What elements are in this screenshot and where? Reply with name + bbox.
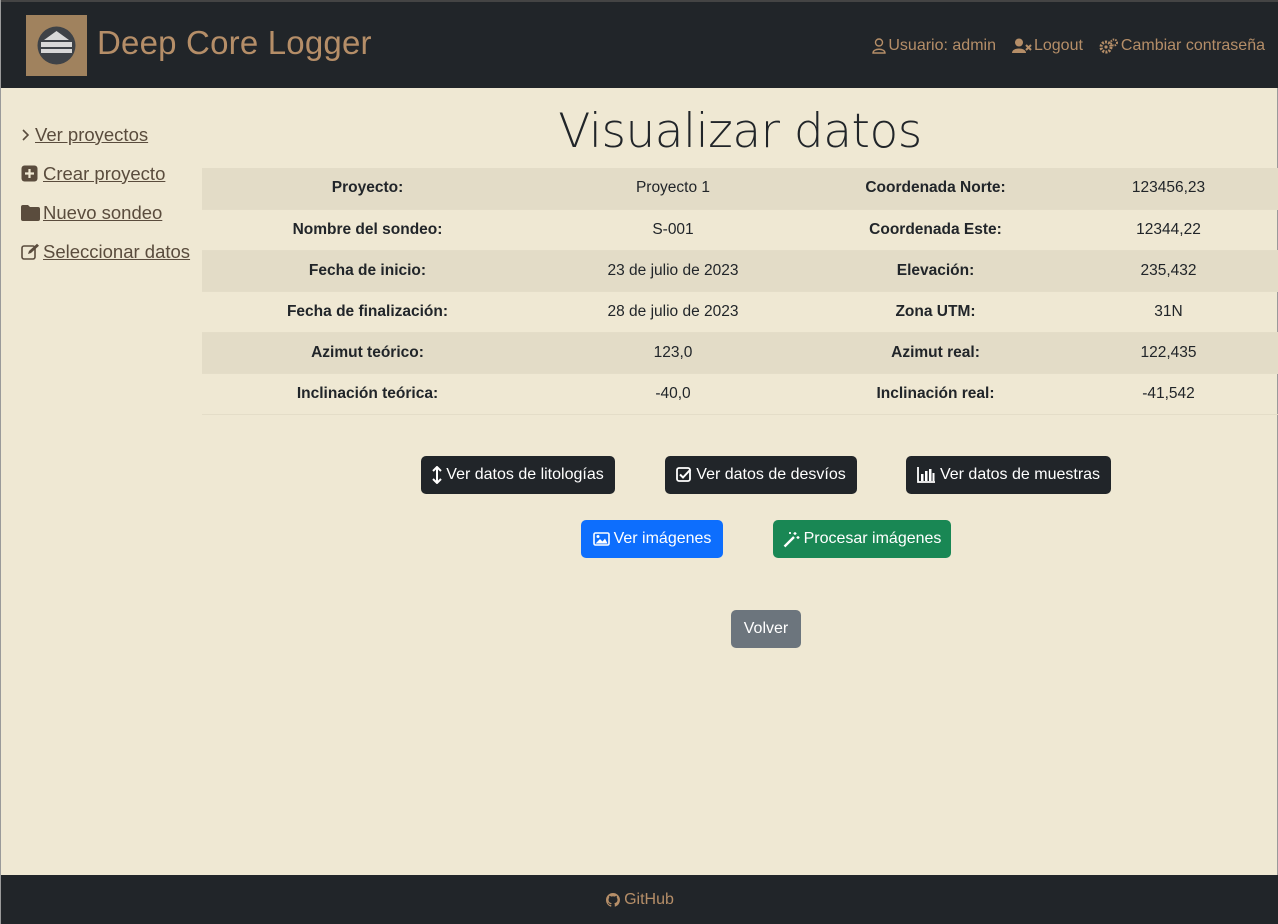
table-label: Inclinación teórica: (202, 373, 533, 415)
button-label: Ver datos de muestras (939, 466, 1101, 483)
sidebar-item-label: Crear proyecto (43, 162, 166, 184)
github-link[interactable]: GitHub (606, 891, 674, 909)
button-label: Ver imágenes (613, 530, 712, 547)
change-password-link[interactable]: Cambiar contraseña (1099, 37, 1265, 55)
sidebar-item-label: Nuevo sondeo (43, 201, 163, 223)
table-label: Inclinación real: (813, 373, 1058, 415)
table-row: Proyecto: Proyecto 1 Coordenada Norte: 1… (202, 168, 1278, 210)
sidebar: Ver proyectos Crear proyecto Nuevo sonde… (21, 115, 201, 271)
table-value: 28 de julio de 2023 (533, 291, 813, 333)
button-label: Ver datos de desvíos (696, 466, 846, 483)
table-row: Nombre del sondeo: S-001 Coordenada Este… (202, 209, 1278, 251)
button-label: Volver (743, 620, 789, 637)
logout-label: Logout (1033, 37, 1083, 54)
table-value: -40,0 (533, 373, 813, 415)
sidebar-item-ver-proyectos[interactable]: Ver proyectos (21, 115, 201, 154)
lithology-data-button[interactable]: Ver datos de litologías (421, 456, 615, 494)
logout-link[interactable]: Logout (1011, 37, 1083, 55)
table-value: 123,0 (533, 332, 813, 374)
table-label: Fecha de inicio: (202, 250, 533, 292)
table-row: Fecha de inicio: 23 de julio de 2023 Ele… (202, 250, 1278, 292)
table-label: Proyecto: (202, 168, 533, 210)
chevron-right-icon (21, 128, 33, 142)
sidebar-item-crear-proyecto[interactable]: Crear proyecto (21, 154, 201, 193)
magic-wand-icon (783, 531, 800, 547)
user-nav: Usuario: admin Logout Cambiar contraseña (872, 37, 1265, 55)
table-value: 122,435 (1058, 332, 1278, 374)
bar-chart-icon (917, 467, 935, 483)
image-icon (592, 532, 610, 546)
table-value: Proyecto 1 (533, 168, 813, 210)
table-value: 31N (1058, 291, 1278, 333)
top-navbar: Deep Core Logger Usuario: admin Logout C (1, 0, 1278, 88)
back-button[interactable]: Volver (731, 610, 801, 648)
borehole-info-table: Proyecto: Proyecto 1 Coordenada Norte: 1… (202, 168, 1278, 415)
folder-icon (21, 204, 41, 221)
edit-icon (21, 243, 41, 260)
table-row: Azimut teórico: 123,0 Azimut real: 122,4… (202, 332, 1278, 374)
user-label: Usuario: admin (888, 37, 996, 54)
table-value: S-001 (533, 209, 813, 251)
user-x-icon (1011, 38, 1032, 53)
github-icon (606, 892, 621, 907)
page-title: Visualizar datos (558, 104, 922, 159)
table-label: Azimut real: (813, 332, 1058, 374)
brand-title[interactable]: Deep Core Logger (97, 24, 372, 62)
user-link[interactable]: Usuario: admin (872, 37, 996, 55)
gears-icon (1099, 38, 1118, 54)
table-label: Azimut teórico: (202, 332, 533, 374)
table-label: Zona UTM: (813, 291, 1058, 333)
core-logo-icon (37, 26, 76, 65)
sidebar-item-seleccionar-datos[interactable]: Seleccionar datos (21, 232, 201, 271)
change-password-label: Cambiar contraseña (1120, 37, 1265, 54)
table-value: -41,542 (1058, 373, 1278, 415)
table-value: 123456,23 (1058, 168, 1278, 210)
table-row: Fecha de finalización: 28 de julio de 20… (202, 291, 1278, 333)
view-images-button[interactable]: Ver imágenes (581, 520, 723, 558)
table-label: Coordenada Norte: (813, 168, 1058, 210)
table-value: 12344,22 (1058, 209, 1278, 251)
table-label: Fecha de finalización: (202, 291, 533, 333)
sidebar-item-nuevo-sondeo[interactable]: Nuevo sondeo (21, 193, 201, 232)
process-images-button[interactable]: Procesar imágenes (773, 520, 951, 558)
github-label: GitHub (624, 890, 674, 908)
sample-data-button[interactable]: Ver datos de muestras (906, 456, 1111, 494)
user-icon (872, 38, 887, 54)
table-label: Coordenada Este: (813, 209, 1058, 251)
arrows-vertical-icon (432, 466, 442, 484)
plus-square-icon (21, 165, 41, 182)
table-label: Nombre del sondeo: (202, 209, 533, 251)
table-value: 235,432 (1058, 250, 1278, 292)
table-label: Elevación: (813, 250, 1058, 292)
footer: GitHub (1, 875, 1278, 924)
sidebar-item-label: Ver proyectos (35, 123, 149, 145)
sidebar-item-label: Seleccionar datos (43, 240, 191, 262)
table-value: 23 de julio de 2023 (533, 250, 813, 292)
button-label: Procesar imágenes (803, 530, 942, 547)
table-row: Inclinación teórica: -40,0 Inclinación r… (202, 373, 1278, 415)
button-label: Ver datos de litologías (446, 466, 604, 483)
app-logo[interactable] (26, 15, 87, 76)
deviation-data-button[interactable]: Ver datos de desvíos (665, 456, 857, 494)
check-square-icon (676, 467, 692, 482)
